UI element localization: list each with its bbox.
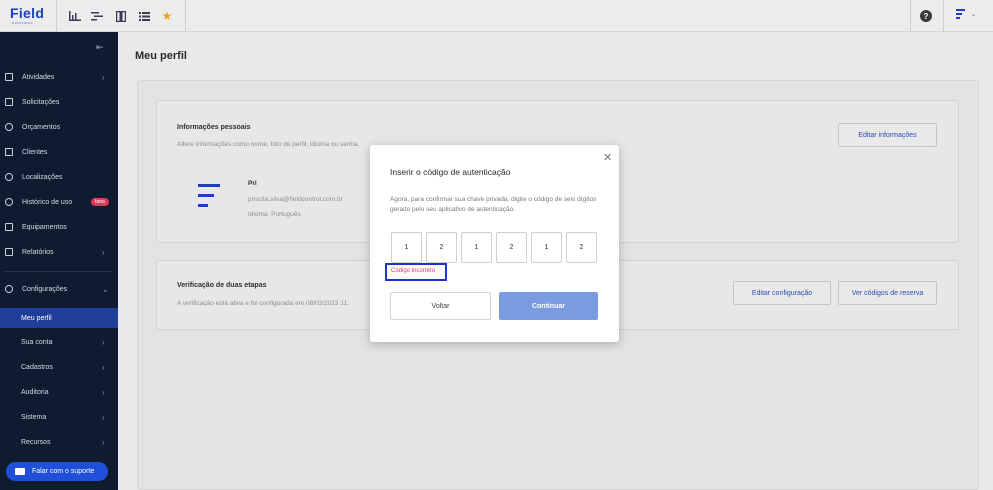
sidebar-item-label: Orçamentos <box>22 123 61 131</box>
back-button[interactable]: Voltar <box>390 292 491 320</box>
close-icon[interactable]: ✕ <box>603 151 612 164</box>
bar-chart-icon[interactable] <box>68 9 82 23</box>
list-icon[interactable] <box>137 9 151 23</box>
chevron-right-icon: › <box>102 362 105 372</box>
modal-title: Inserir o código de autenticação <box>390 167 511 177</box>
sidebar-item-atividades[interactable]: Atividades › <box>0 67 118 87</box>
sidebar-item-label: Meu perfil <box>21 314 52 322</box>
sidebar-item-equipamentos[interactable]: Equipamentos <box>0 217 118 237</box>
map-book-icon[interactable] <box>114 9 128 23</box>
equipment-icon <box>5 223 13 231</box>
sidebar-item-label: Clientes <box>22 148 48 156</box>
location-pin-icon <box>5 173 13 181</box>
app-logo[interactable]: Field <box>10 5 44 21</box>
continue-button[interactable]: Continuar <box>499 292 598 320</box>
chevron-down-icon: ⌄ <box>102 284 109 294</box>
chevron-right-icon: › <box>102 337 105 347</box>
code-digit-input[interactable]: 2 <box>566 232 597 263</box>
code-digit-input[interactable]: 1 <box>461 232 492 263</box>
divider <box>4 271 112 272</box>
sidebar-item-solicitacoes[interactable]: Solicitações <box>0 92 118 112</box>
sidebar-item-label: Relatórios <box>22 248 54 256</box>
sidebar-item-localizacoes[interactable]: Localizações <box>0 167 118 187</box>
collapse-sidebar-icon[interactable]: ⇤ <box>96 42 104 53</box>
code-digit-input[interactable]: 2 <box>426 232 457 263</box>
sidebar-item-label: Recursos <box>21 438 51 446</box>
sidebar-item-label: Auditoria <box>21 388 49 396</box>
sidebar-item-configuracoes[interactable]: Configurações ⌄ <box>0 279 118 299</box>
beta-badge: beta <box>91 198 109 206</box>
app-logo-subtitle: CONTROL <box>12 21 34 25</box>
sidebar-subitem-sistema[interactable]: Sistema › <box>0 407 118 427</box>
code-digit-input[interactable]: 2 <box>496 232 527 263</box>
history-icon <box>5 198 13 206</box>
support-chat-button[interactable]: Falar com o suporte <box>6 462 108 481</box>
gantt-icon[interactable] <box>90 9 104 23</box>
sidebar-subitem-recursos[interactable]: Recursos › <box>0 432 118 452</box>
error-message: Código incorreto <box>391 268 436 274</box>
inbox-icon <box>5 98 13 106</box>
top-bar: Field CONTROL ★ ? ⌄ <box>0 0 993 32</box>
help-icon[interactable]: ? <box>920 10 932 22</box>
user-avatar[interactable] <box>956 9 965 21</box>
sidebar-item-historico[interactable]: Histórico de uso beta <box>0 192 118 212</box>
support-label: Falar com o suporte <box>32 468 95 475</box>
modal-description: Agora, para confirmar sua chave privada,… <box>390 196 597 213</box>
divider <box>943 0 944 32</box>
sidebar-item-label: Sistema <box>21 413 47 421</box>
sidebar-item-label: Cadastros <box>21 363 53 371</box>
divider <box>56 0 57 32</box>
contacts-icon <box>5 148 13 156</box>
sidebar-subitem-meu-perfil[interactable]: Meu perfil <box>0 308 118 328</box>
chat-icon <box>15 468 25 475</box>
sidebar-item-label: Solicitações <box>22 98 60 106</box>
star-icon[interactable]: ★ <box>160 9 174 23</box>
code-digit-input[interactable]: 1 <box>391 232 422 263</box>
sidebar-subitem-sua-conta[interactable]: Sua conta › <box>0 332 118 352</box>
chevron-right-icon: › <box>102 387 105 397</box>
sidebar-item-label: Atividades <box>22 73 55 81</box>
sidebar-subitem-cadastros[interactable]: Cadastros › <box>0 357 118 377</box>
sidebar-item-relatorios[interactable]: Relatórios › <box>0 242 118 262</box>
sidebar-item-label: Configurações <box>22 285 68 293</box>
chevron-down-icon[interactable]: ⌄ <box>971 11 976 18</box>
sidebar: ⇤ Atividades › Solicitações Orçamentos C… <box>0 32 118 490</box>
sidebar-subitem-auditoria[interactable]: Auditoria › <box>0 382 118 402</box>
sidebar-item-label: Histórico de uso <box>22 198 73 206</box>
chevron-right-icon: › <box>102 412 105 422</box>
divider <box>910 0 911 32</box>
sidebar-item-clientes[interactable]: Clientes <box>0 142 118 162</box>
money-icon <box>5 123 13 131</box>
sidebar-item-orcamentos[interactable]: Orçamentos <box>0 117 118 137</box>
sidebar-item-label: Localizações <box>22 173 63 181</box>
chevron-right-icon: › <box>102 247 105 257</box>
code-digit-input[interactable]: 1 <box>531 232 562 263</box>
chevron-right-icon: › <box>102 437 105 447</box>
report-icon <box>5 248 13 256</box>
gear-icon <box>5 285 13 293</box>
chevron-right-icon: › <box>102 72 105 82</box>
sidebar-item-label: Equipamentos <box>22 223 67 231</box>
sidebar-item-label: Sua conta <box>21 338 53 346</box>
divider <box>185 0 186 32</box>
clipboard-icon <box>5 73 13 81</box>
